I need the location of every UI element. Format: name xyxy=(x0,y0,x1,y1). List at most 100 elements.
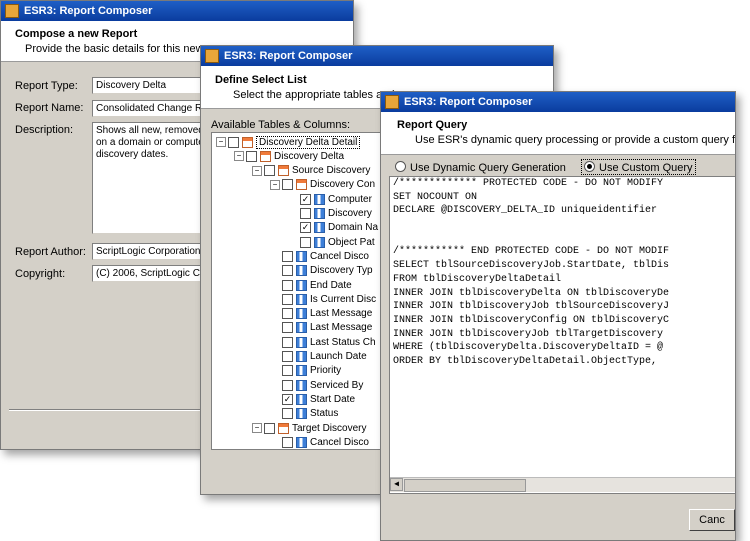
tree-item-checkbox[interactable] xyxy=(282,408,293,420)
column-icon xyxy=(296,408,307,420)
window-title: ESR3: Report Composer xyxy=(224,50,353,62)
page-title: Define Select List xyxy=(215,74,307,86)
tree-item[interactable]: Priority xyxy=(270,364,341,378)
tree-item-label: Discovery Typ xyxy=(310,265,373,277)
tree-item-label: Is Current Disc xyxy=(310,293,377,305)
tree-item[interactable]: Discovery Typ xyxy=(270,264,373,278)
compose-titlebar[interactable]: ESR3: Report Composer xyxy=(1,1,353,21)
tree-item-label: Serviced By xyxy=(310,379,364,391)
tree-item-checkbox[interactable] xyxy=(264,422,275,434)
app-icon xyxy=(5,4,19,18)
tree-item[interactable]: ✓ Domain Na xyxy=(288,221,378,235)
window-title: ESR3: Report Composer xyxy=(24,5,153,17)
collapse-icon[interactable]: − xyxy=(270,179,280,190)
tree-item-checkbox[interactable] xyxy=(282,279,293,291)
tree-item-checkbox[interactable] xyxy=(282,265,293,277)
collapse-icon[interactable]: − xyxy=(252,423,262,433)
code-line: FROM tblDiscoveryDeltaDetail xyxy=(393,273,562,285)
tree-item-checkbox[interactable] xyxy=(282,308,293,320)
tree-item-checkbox[interactable] xyxy=(282,351,293,362)
query-titlebar[interactable]: ESR3: Report Composer xyxy=(381,92,735,112)
radio-custom-label: Use Custom Query xyxy=(599,162,693,174)
radio-custom-query[interactable]: Use Custom Query xyxy=(581,159,696,175)
code-line: SELECT tblSourceDiscoveryJob.StartDate, … xyxy=(393,260,670,272)
radio-dynamic-query[interactable]: Use Dynamic Query Generation xyxy=(395,160,566,174)
tree-item-label: Discovery Con xyxy=(310,179,376,191)
window-title: ESR3: Report Composer xyxy=(404,96,533,108)
tree-item[interactable]: Last Message xyxy=(270,321,372,335)
tree-item-checkbox[interactable] xyxy=(228,136,239,148)
tree-item-label: Discovery Delta Detail xyxy=(256,135,361,149)
tree-item-checkbox[interactable] xyxy=(282,179,293,191)
collapse-icon[interactable]: − xyxy=(252,165,262,176)
tree-item[interactable]: Serviced By xyxy=(270,378,363,392)
tree-item-checkbox[interactable] xyxy=(282,379,293,391)
code-line: WHERE (tblDiscoveryDelta.DiscoveryDeltaI… xyxy=(393,342,664,354)
code-line: SET NOCOUNT ON xyxy=(393,191,478,203)
code-line: DECLARE @DISCOVERY_DELTA_ID uniqueidenti… xyxy=(393,205,658,217)
report-name-label: Report Name: xyxy=(15,102,84,114)
tree-item[interactable]: Status xyxy=(270,407,338,421)
tree-item-checkbox[interactable] xyxy=(282,336,293,348)
column-icon xyxy=(296,365,307,377)
tree-item[interactable]: Is Current Disc xyxy=(270,292,376,306)
tree-item-checkbox[interactable] xyxy=(264,165,275,177)
scroll-thumb[interactable] xyxy=(404,479,526,492)
tree-item[interactable]: − Discovery Delta Detail xyxy=(216,135,361,149)
tree-item-label: Discovery xyxy=(328,208,372,219)
tree-item-checkbox[interactable] xyxy=(282,293,293,305)
horizontal-scrollbar[interactable]: ◀ xyxy=(390,477,735,492)
cancel-button[interactable]: Canc xyxy=(689,509,735,531)
tree-item-label: Status xyxy=(310,408,339,420)
collapse-icon[interactable]: − xyxy=(234,151,244,162)
tree-item-checkbox[interactable] xyxy=(282,322,293,334)
report-type-select[interactable]: Discovery Delta xyxy=(92,77,212,94)
tree-item[interactable]: − Discovery Con xyxy=(270,178,375,192)
report-name-field[interactable]: Consolidated Change R xyxy=(92,100,212,117)
column-icon xyxy=(314,236,325,248)
tree-item[interactable]: ✓ Computer xyxy=(288,192,372,206)
tree-item[interactable]: Last Message xyxy=(270,307,372,321)
tree-item-checkbox[interactable] xyxy=(300,236,311,248)
tree-item[interactable]: ✓ Start Date xyxy=(270,392,355,406)
tree-item-checkbox[interactable]: ✓ xyxy=(300,193,311,205)
tree-item[interactable]: Last Status Ch xyxy=(270,335,376,349)
tree-item-checkbox[interactable] xyxy=(300,208,311,219)
author-field[interactable]: ScriptLogic Corporation xyxy=(92,243,212,260)
page-title: Compose a new Report xyxy=(15,28,138,40)
tree-item[interactable]: − Discovery Delta xyxy=(234,149,344,163)
tree-item-label: Launch Date xyxy=(310,351,367,362)
select-list-titlebar[interactable]: ESR3: Report Composer xyxy=(201,46,553,66)
column-icon xyxy=(296,336,307,348)
column-icon xyxy=(296,393,307,405)
scroll-left-icon[interactable]: ◀ xyxy=(390,478,403,491)
tree-item[interactable]: − Source Discovery xyxy=(252,164,370,178)
copyright-field[interactable]: (C) 2006, ScriptLogic Co xyxy=(92,265,212,282)
tree-item-checkbox[interactable] xyxy=(246,150,257,162)
tree-item-checkbox[interactable]: ✓ xyxy=(300,222,311,234)
tree-item[interactable]: Cancel Disco xyxy=(270,435,369,449)
description-field[interactable]: Shows all new, removed on a domain or co… xyxy=(92,122,212,234)
tree-item[interactable]: End Date xyxy=(270,278,352,292)
report-type-label: Report Type: xyxy=(15,80,78,92)
tree-item[interactable]: Object Pat xyxy=(288,235,375,249)
tree-item[interactable]: Launch Date xyxy=(270,350,367,364)
column-icon xyxy=(296,250,307,262)
tree-item-checkbox[interactable] xyxy=(282,365,293,377)
tree-item[interactable]: Discovery xyxy=(288,207,372,221)
radio-custom-indicator[interactable] xyxy=(584,161,595,172)
tree-item-checkbox[interactable]: ✓ xyxy=(282,393,293,405)
radio-dynamic-indicator[interactable] xyxy=(395,161,406,172)
tree-item[interactable]: Cancel Disco xyxy=(270,249,369,263)
tables-columns-tree[interactable]: − Discovery Delta Detail − Discovery Delta −… xyxy=(211,132,385,450)
collapse-icon[interactable]: − xyxy=(216,137,226,147)
tree-item-label: Last Status Ch xyxy=(310,336,376,348)
tree-item-checkbox[interactable] xyxy=(282,250,293,262)
copyright-label: Copyright: xyxy=(15,268,66,280)
tree-item-label: Priority xyxy=(310,365,342,377)
tree-item[interactable]: − Target Discovery xyxy=(252,421,366,435)
custom-query-editor[interactable]: /************* PROTECTED CODE - DO NOT M… xyxy=(389,176,735,494)
tree-item-checkbox[interactable] xyxy=(282,436,293,448)
